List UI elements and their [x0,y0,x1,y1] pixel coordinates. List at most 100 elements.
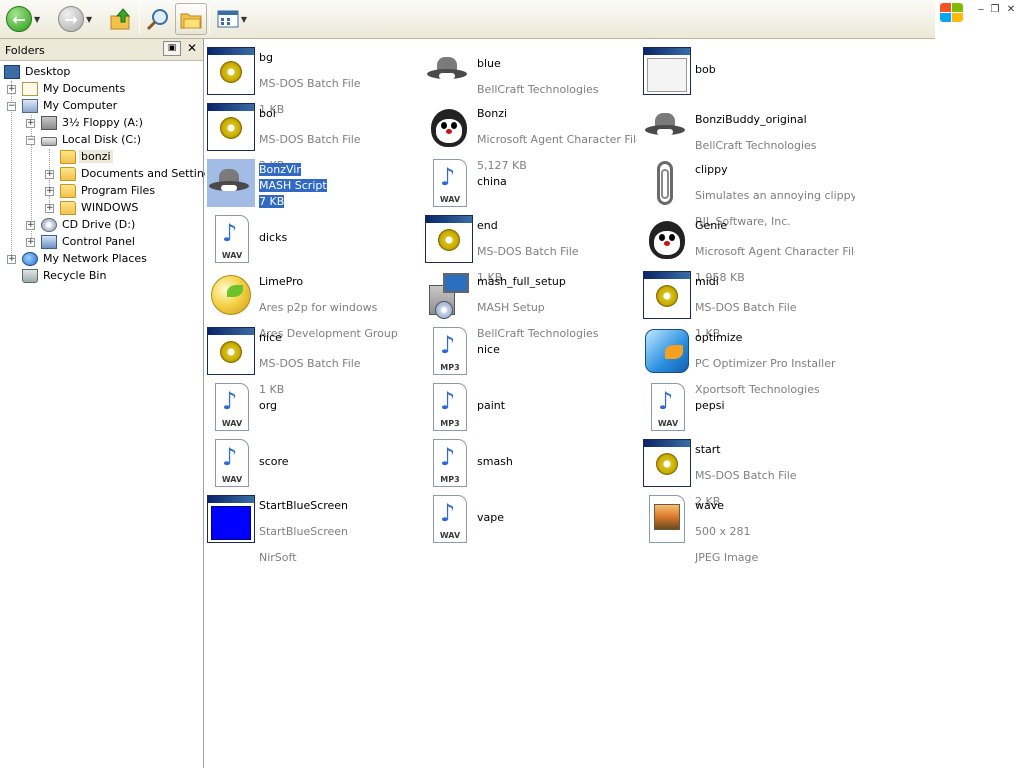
file-name: StartBlueScreen [259,499,349,512]
hat-icon [425,47,473,95]
file-description: Ares p2p for windows [259,301,378,314]
window-icon [643,47,691,95]
optimizer-icon [643,327,691,375]
file-item[interactable]: mash_full_setup MASH Setup BellCraft Techn… [425,267,635,340]
tree-item-floppy[interactable]: 3½ Floppy (A:) [41,114,145,131]
file-type: MASH Script [259,179,327,192]
file-type: MS-DOS Batch File [259,133,361,146]
cd-drive-icon [41,217,57,232]
windows-logo-area: ‒ ❐ ✕ [935,0,1024,39]
batch-file-icon [207,327,255,375]
collapse-icon[interactable]: − [26,136,35,145]
expand-icon[interactable]: + [26,238,35,247]
file-item[interactable]: LimePro Ares p2p for windows Ares Developm… [207,267,417,340]
expand-icon[interactable]: + [45,187,54,196]
file-item[interactable]: BonziBuddy_original BellCraft Technologie… [643,99,853,152]
tree-item-control-panel[interactable]: Control Panel [41,233,137,250]
file-item[interactable]: ♪ MP3 paint [425,379,635,431]
file-item[interactable]: ♪ MP3 nice [425,323,635,375]
file-company: BellCraft Technologies [477,83,599,96]
views-button[interactable]: ▼ [214,3,250,35]
expand-icon[interactable]: + [7,85,16,94]
file-name: org [259,399,278,412]
tree-item-label: CD Drive (D:) [62,218,136,231]
file-type: MS-DOS Batch File [695,301,797,314]
file-description: MASH Setup [477,301,545,314]
chevron-down-icon[interactable]: ▼ [34,15,40,24]
file-name: nice [259,331,282,344]
tree-guide-line [49,149,50,209]
tree-item-recycle-bin[interactable]: Recycle Bin [22,267,108,284]
file-item[interactable]: clippySimulates an annoying clippy h...R… [643,155,855,228]
tree-item-desktop[interactable]: Desktop [4,63,72,80]
pin-icon[interactable]: ▣ [163,41,181,56]
minimize-icon[interactable]: ‒ [975,4,987,16]
up-folder-button[interactable] [108,3,134,35]
chevron-down-icon[interactable]: ▼ [241,15,247,24]
expand-icon[interactable]: + [45,204,54,213]
file-item[interactable]: bg MS-DOS Batch File 1 KB [207,43,417,116]
file-item[interactable]: boiMS-DOS Batch File2 KB [207,99,417,172]
close-icon[interactable]: ✕ [185,41,199,56]
tree-item-cd-drive[interactable]: CD Drive (D:) [41,216,137,233]
expand-icon[interactable]: + [7,255,16,264]
forward-button[interactable]: → ▼ [58,3,92,35]
folders-toggle-button[interactable] [175,3,207,35]
file-item[interactable]: Bonzi Microsoft Agent Character File 5,127… [425,99,637,172]
restore-icon[interactable]: ❐ [989,4,1001,16]
tree-item-documents-and-settings[interactable]: Documents and Settings [60,165,219,182]
tree-item-windows[interactable]: WINDOWS [60,199,140,216]
tree-item-label: Control Panel [62,235,135,248]
file-item[interactable]: midi MS-DOS Batch File 1 KB [643,267,853,340]
wav-file-icon: ♪ WAV [651,383,685,431]
tree-item-label: My Documents [43,82,126,95]
tree-item-program-files[interactable]: Program Files [60,182,157,199]
close-icon[interactable]: ✕ [1005,4,1017,16]
tree-item-local-disk[interactable]: Local Disk (C:) [41,131,143,148]
file-item[interactable]: wave 500 x 281 JPEG Image [643,491,853,564]
folder-icon [60,200,76,215]
batch-file-icon [207,47,255,95]
file-item[interactable]: optimize PC Optimizer Pro Installer Xports… [643,323,853,396]
tree-item-my-documents[interactable]: My Documents [22,80,127,97]
back-button[interactable]: ← ▼ [6,3,40,35]
file-name: end [477,219,498,232]
chevron-down-icon[interactable]: ▼ [86,15,92,24]
tree-item-my-computer[interactable]: My Computer [22,97,119,114]
file-item[interactable]: ♪ WAV score [207,435,417,487]
file-item[interactable]: Genie Microsoft Agent Character File 1,958… [643,211,855,284]
collapse-icon[interactable]: − [7,102,16,111]
expand-icon[interactable]: + [45,170,54,179]
agent-character-icon [643,215,691,263]
file-item[interactable]: ♪ MP3 smash [425,435,635,487]
mp3-file-icon: ♪ MP3 [433,439,467,487]
wav-file-icon: ♪ WAV [433,495,467,543]
wav-file-icon: ♪ WAV [215,439,249,487]
expand-icon[interactable]: + [26,119,35,128]
file-name: bob [695,63,716,76]
file-item[interactable]: ♪ WAV dicks [207,211,417,263]
file-item[interactable]: ♪ WAV china [425,155,635,207]
file-description: StartBlueScreen [259,525,349,538]
file-item[interactable]: StartBlueScreen StartBlueScreen NirSoft [207,491,417,564]
wav-file-icon: ♪ WAV [215,383,249,431]
file-item[interactable]: nice MS-DOS Batch File 1 KB [207,323,417,396]
desktop-icon [4,64,20,79]
file-item[interactable]: bob [643,43,853,95]
agent-character-icon [425,103,473,151]
wav-file-icon: ♪ WAV [433,159,467,207]
search-button[interactable] [144,3,172,35]
file-item[interactable]: start MS-DOS Batch File 2 KB [643,435,853,508]
my-documents-icon [22,81,38,96]
tree-item-network-places[interactable]: My Network Places [22,250,149,267]
file-name: wave [695,499,725,512]
file-item[interactable]: end MS-DOS Batch File 1 KB [425,211,635,284]
file-name: start [695,443,721,456]
file-item[interactable]: ♪ WAV pepsi [643,379,853,431]
file-item[interactable]: ♪ WAV vape [425,491,635,543]
expand-icon[interactable]: + [26,221,35,230]
file-item-selected[interactable]: BonzVir MASH Script 7 KB [207,155,417,208]
tree-item-bonzi[interactable]: bonzi [60,148,113,165]
file-item[interactable]: blue BellCraft Technologies [425,43,635,96]
file-item[interactable]: ♪ WAV org [207,379,417,431]
